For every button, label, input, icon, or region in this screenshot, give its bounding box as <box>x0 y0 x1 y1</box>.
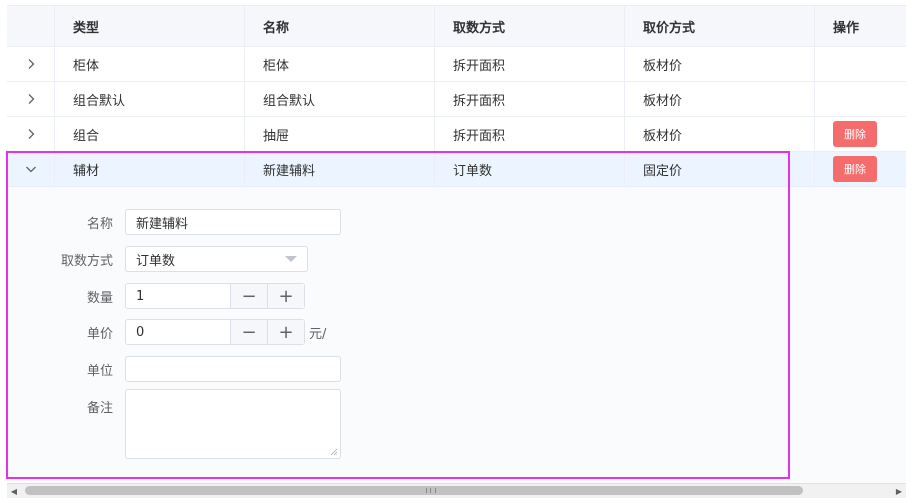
scroll-left-icon[interactable]: ◀ <box>7 484 21 498</box>
delete-button[interactable]: 删除 <box>833 156 877 182</box>
form-row-method: 取数方式 订单数 <box>7 246 308 272</box>
cell-type: 柜体 <box>55 47 245 81</box>
cell-quantity-method: 拆开面积 <box>435 117 625 151</box>
price-input[interactable]: 0 <box>126 320 230 344</box>
quantity-increase-button[interactable]: + <box>267 284 304 308</box>
header-actions: 操作 <box>833 20 860 36</box>
table-row-expanded[interactable]: 辅材 新建辅料 订单数 固定价 删除 <box>7 152 906 187</box>
scrollbar-grip-icon <box>426 488 436 493</box>
method-select-value: 订单数 <box>136 253 176 269</box>
unit-label: 单位 <box>86 363 113 379</box>
cell-type: 辅材 <box>55 152 245 186</box>
cell-actions <box>815 47 906 81</box>
price-increase-button[interactable]: + <box>267 320 304 344</box>
table-row[interactable]: 组合 抽屉 拆开面积 板材价 删除 <box>7 117 906 152</box>
chevron-down-icon <box>25 166 36 173</box>
chevron-right-icon <box>28 59 34 69</box>
quantity-decrease-button[interactable]: − <box>230 284 267 308</box>
collapse-toggle[interactable] <box>7 152 55 186</box>
form-row-name: 名称 新建辅料 <box>7 209 341 235</box>
expand-toggle[interactable] <box>7 117 55 151</box>
scrollbar-thumb[interactable] <box>25 486 803 495</box>
price-stepper: 0 − + <box>125 319 305 345</box>
name-label: 名称 <box>86 216 113 232</box>
cell-name: 柜体 <box>245 47 435 81</box>
form-row-unit: 单位 <box>7 356 341 382</box>
table-row[interactable]: 柜体 柜体 拆开面积 板材价 <box>7 47 906 82</box>
method-select[interactable]: 订单数 <box>125 246 308 272</box>
cell-actions: 删除 <box>815 117 906 151</box>
horizontal-scrollbar[interactable]: ◀ ▶ <box>7 483 906 498</box>
quantity-input[interactable]: 1 <box>126 284 230 308</box>
cell-actions: 删除 <box>815 152 906 186</box>
data-table: 类型 名称 取数方式 取价方式 操作 柜体 柜体 拆开面积 板材价 组合默认 组… <box>7 5 906 484</box>
header-name: 名称 <box>245 6 435 46</box>
cell-price-method: 板材价 <box>625 47 815 81</box>
delete-button[interactable]: 删除 <box>833 121 877 147</box>
cell-quantity-method: 订单数 <box>435 152 625 186</box>
name-input[interactable]: 新建辅料 <box>125 209 341 235</box>
cell-name: 抽屉 <box>245 117 435 151</box>
resize-handle-icon[interactable] <box>330 448 338 456</box>
table-header: 类型 名称 取数方式 取价方式 操作 <box>7 6 906 47</box>
chevron-right-icon <box>28 129 34 139</box>
method-label: 取数方式 <box>60 253 113 269</box>
expand-toggle[interactable] <box>7 82 55 116</box>
form-row-note: 备注 <box>7 389 341 459</box>
cell-type: 组合默认 <box>55 82 245 116</box>
header-price-method: 取价方式 <box>625 6 815 46</box>
header-quantity-method: 取数方式 <box>435 6 625 46</box>
header-type: 类型 <box>55 6 245 46</box>
header-expand-cell <box>7 6 55 46</box>
cell-price-method: 板材价 <box>625 82 815 116</box>
expand-toggle[interactable] <box>7 47 55 81</box>
form-row-quantity: 数量 1 − + <box>7 283 305 309</box>
quantity-label: 数量 <box>86 290 113 306</box>
cell-name: 组合默认 <box>245 82 435 116</box>
caret-down-icon <box>285 256 297 262</box>
cell-type: 组合 <box>55 117 245 151</box>
price-decrease-button[interactable]: − <box>230 320 267 344</box>
cell-quantity-method: 拆开面积 <box>435 47 625 81</box>
cell-price-method: 板材价 <box>625 117 815 151</box>
cell-quantity-method: 拆开面积 <box>435 82 625 116</box>
form-row-price: 单价 0 − + 元/ <box>7 319 326 345</box>
chevron-right-icon <box>28 94 34 104</box>
cell-name: 新建辅料 <box>245 152 435 186</box>
cell-price-method: 固定价 <box>625 152 815 186</box>
cell-actions <box>815 82 906 116</box>
note-textarea[interactable] <box>125 389 341 459</box>
note-label: 备注 <box>86 401 113 416</box>
price-label: 单价 <box>86 326 113 342</box>
table-row[interactable]: 组合默认 组合默认 拆开面积 板材价 <box>7 82 906 117</box>
scroll-right-icon[interactable]: ▶ <box>892 484 906 498</box>
unit-input[interactable] <box>125 356 341 382</box>
expanded-row-form: 名称 新建辅料 取数方式 订单数 数量 1 − + 单价 0 − + 元/ 单位… <box>7 187 906 484</box>
price-unit-suffix: 元/ <box>309 326 327 342</box>
quantity-stepper: 1 − + <box>125 283 305 309</box>
